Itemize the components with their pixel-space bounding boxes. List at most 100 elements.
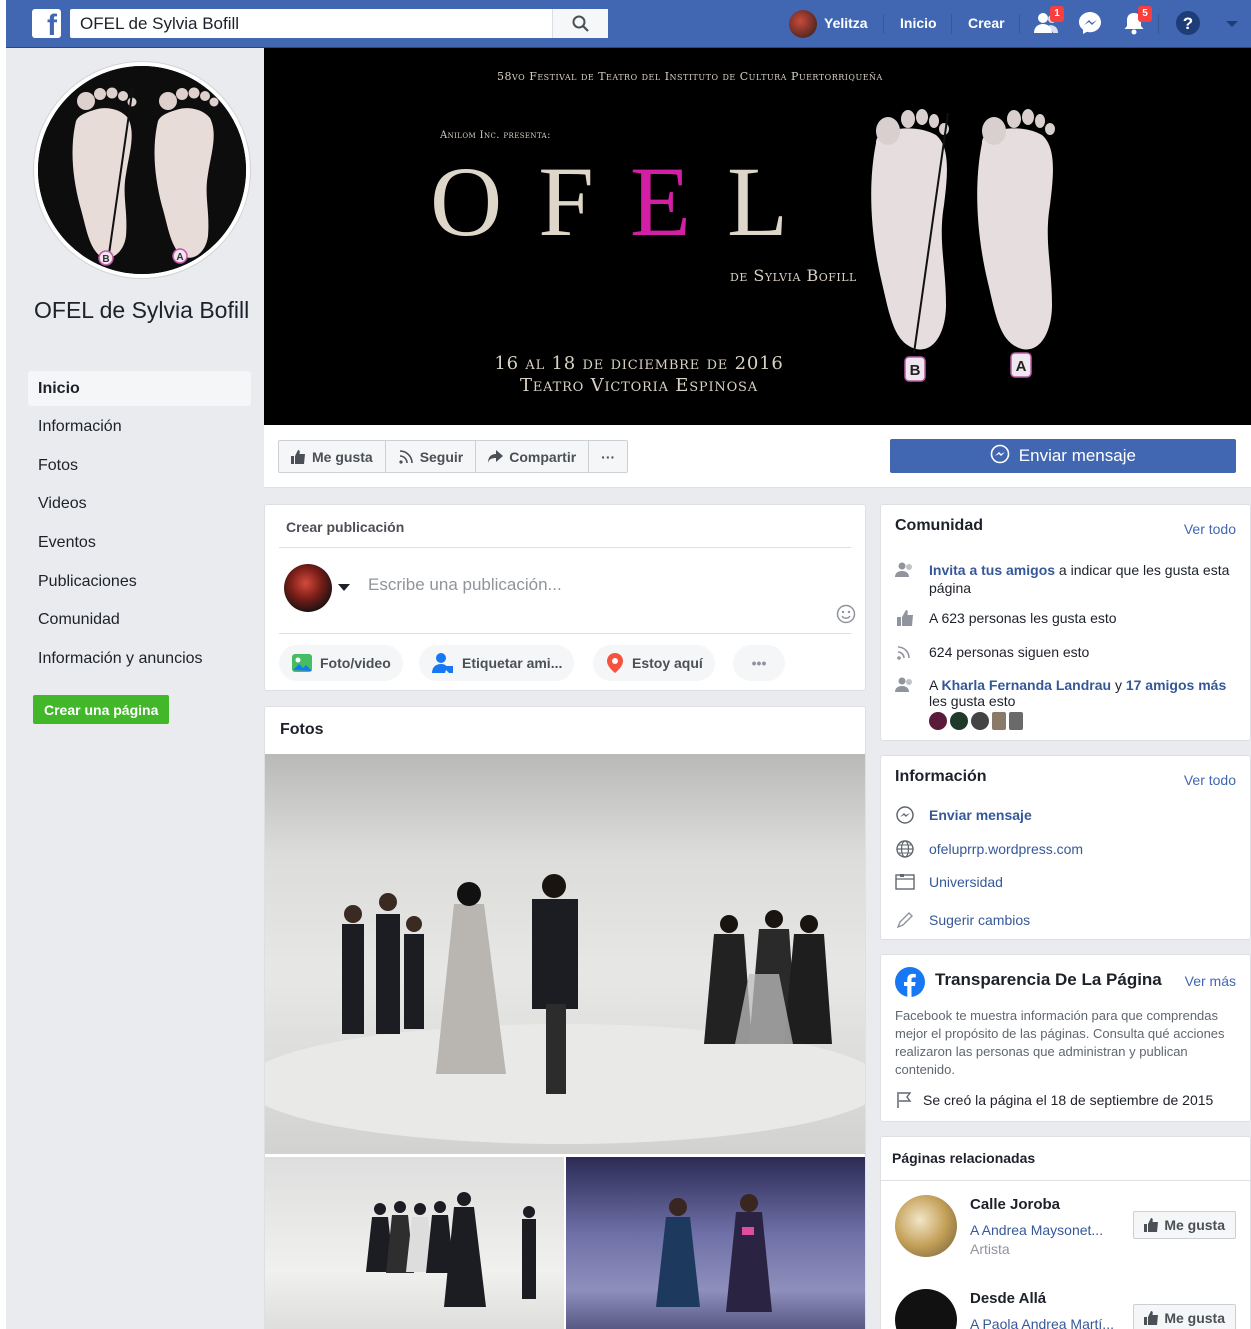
- divider: [279, 547, 851, 548]
- transparency-title: Transparencia De La Página: [935, 970, 1162, 989]
- photos-card: Fotos: [264, 706, 866, 1329]
- create-post-title: Crear publicación: [286, 519, 405, 535]
- sidebar-item-videos[interactable]: Videos: [28, 486, 251, 525]
- category-link[interactable]: Universidad: [929, 873, 1236, 891]
- related-page-like-button[interactable]: Me gusta: [1133, 1304, 1236, 1329]
- transparency-see-more-link[interactable]: Ver más: [1185, 973, 1236, 989]
- help-button[interactable]: ?: [1174, 9, 1202, 37]
- photo-main[interactable]: [265, 754, 865, 1154]
- sidebar-item-fotos[interactable]: Fotos: [28, 448, 251, 487]
- rss-icon: [897, 646, 910, 660]
- create-page-button[interactable]: Crear una página: [33, 695, 170, 724]
- flag-icon: [897, 1092, 912, 1108]
- like-page-button[interactable]: Me gusta: [279, 441, 386, 472]
- cover-dates-venue: 16 al 18 de diciembre de 2016 Teatro Vic…: [464, 353, 814, 397]
- more-options-label: ···: [601, 448, 616, 465]
- friend-requests-badge: 1: [1050, 6, 1064, 22]
- notifications-badge: 5: [1138, 6, 1152, 22]
- notifications-button[interactable]: 5: [1120, 6, 1152, 37]
- thumbs-up-icon: [897, 610, 913, 626]
- community-title[interactable]: Comunidad: [895, 517, 983, 535]
- sidebar-item-informacion[interactable]: Información: [28, 409, 251, 448]
- about-send-message-link[interactable]: Enviar mensaje: [929, 806, 1236, 824]
- user-profile-link[interactable]: [789, 10, 817, 38]
- avatar[interactable]: [929, 712, 947, 731]
- avatar[interactable]: [895, 1289, 957, 1329]
- home-link[interactable]: Inicio: [900, 15, 937, 31]
- sidebar-item-publicaciones[interactable]: Publicaciones: [28, 564, 251, 603]
- search-box: [70, 9, 608, 38]
- invite-friends-link[interactable]: Invita a tus amigos: [929, 562, 1055, 578]
- avatar[interactable]: [1009, 712, 1023, 731]
- photo-thumbnail-1[interactable]: [265, 1157, 564, 1329]
- search-input[interactable]: [70, 9, 550, 38]
- community-card: Comunidad Ver todo Invita a tus amigos a…: [880, 504, 1251, 741]
- likes-count-text[interactable]: A 623 personas les gusta esto: [929, 609, 1236, 627]
- related-page-liked-by[interactable]: A Paola Andrea Martí...: [970, 1316, 1115, 1329]
- messenger-icon: [896, 806, 914, 824]
- post-composer-input[interactable]: Escribe una publicación...: [368, 575, 562, 595]
- friends-like-mid: y: [1111, 677, 1126, 693]
- tag-friends-label: Etiquetar ami...: [462, 655, 563, 671]
- photo-video-label: Foto/video: [320, 655, 391, 671]
- avatar[interactable]: [895, 1195, 957, 1257]
- photo-icon: [292, 654, 312, 672]
- friends-icon: [895, 677, 912, 692]
- avatar[interactable]: [992, 712, 1006, 731]
- avatar[interactable]: [950, 712, 968, 731]
- caret-down-icon[interactable]: [338, 584, 350, 591]
- messenger-button[interactable]: [1076, 9, 1104, 37]
- page-transparency-card: Transparencia De La Página Ver más Faceb…: [880, 954, 1251, 1122]
- tag-friends-button[interactable]: Etiquetar ami...: [419, 645, 575, 681]
- page-profile-picture[interactable]: B A: [34, 62, 250, 278]
- follows-count-text[interactable]: 624 personas siguen esto: [929, 643, 1236, 661]
- like-page-label: Me gusta: [312, 448, 373, 465]
- check-in-button[interactable]: Estoy aquí: [593, 645, 715, 681]
- sidebar-item-comunidad[interactable]: Comunidad: [28, 602, 251, 641]
- about-see-all-link[interactable]: Ver todo: [1184, 772, 1236, 788]
- related-page-name[interactable]: Calle Joroba: [970, 1196, 1060, 1213]
- related-page-like-button[interactable]: Me gusta: [1133, 1211, 1236, 1239]
- page-title[interactable]: OFEL de Sylvia Bofill: [34, 296, 254, 325]
- share-button[interactable]: Compartir: [476, 441, 590, 472]
- svg-text:?: ?: [1183, 14, 1193, 33]
- cover-photo[interactable]: 58vo Festival de Teatro del Instituto de…: [264, 48, 1251, 425]
- friend-requests-button[interactable]: 1: [1032, 6, 1064, 37]
- profile-picture-image: B A: [38, 66, 246, 274]
- friends-like-suffix: les gusta esto: [929, 693, 1016, 709]
- sidebar-item-eventos[interactable]: Eventos: [28, 525, 251, 564]
- foot-label-a: A: [176, 252, 183, 263]
- avatar[interactable]: [284, 564, 332, 612]
- more-friends-link[interactable]: 17 amigos más: [1126, 677, 1226, 693]
- search-icon: [572, 15, 589, 32]
- about-title[interactable]: Información: [895, 768, 987, 786]
- facebook-logo-icon[interactable]: f: [32, 9, 61, 38]
- create-link[interactable]: Crear: [968, 15, 1005, 31]
- cover-title-part2: E: [629, 146, 727, 257]
- related-page-liked-by[interactable]: A Andrea Maysonet...: [970, 1222, 1115, 1238]
- emoji-icon[interactable]: [836, 604, 856, 624]
- sidebar-item-inicio[interactable]: Inicio: [28, 371, 251, 406]
- cover-author: de Sylvia Bofill: [730, 266, 857, 285]
- more-options-button[interactable]: ···: [589, 441, 627, 472]
- send-message-button[interactable]: Enviar mensaje: [890, 439, 1236, 473]
- photos-title[interactable]: Fotos: [280, 721, 324, 739]
- avatar[interactable]: [971, 712, 989, 731]
- community-see-all-link[interactable]: Ver todo: [1184, 521, 1236, 537]
- more-post-options-button[interactable]: •••: [733, 645, 785, 681]
- related-pages-card: Páginas relacionadas Calle Joroba A Andr…: [880, 1136, 1251, 1329]
- cover-venue: Teatro Victoria Espinosa: [520, 375, 758, 396]
- photo-thumbnail-2[interactable]: [566, 1157, 865, 1329]
- transparency-description: Facebook te muestra información para que…: [895, 1008, 1225, 1077]
- related-page-name[interactable]: Desde Allá: [970, 1290, 1046, 1307]
- sidebar-item-info-anuncios[interactable]: Información y anuncios: [28, 641, 251, 680]
- suggest-edits-link[interactable]: Sugerir cambios: [929, 911, 1236, 929]
- user-name[interactable]: Yelitza: [824, 15, 868, 31]
- thumbs-up-icon: [1144, 1311, 1159, 1325]
- photo-video-button[interactable]: Foto/video: [279, 645, 403, 681]
- search-button[interactable]: [552, 9, 608, 38]
- account-menu-button[interactable]: [1218, 9, 1246, 37]
- follow-button[interactable]: Seguir: [386, 441, 477, 472]
- friend-name-link[interactable]: Kharla Fernanda Landrau: [941, 677, 1111, 693]
- website-link[interactable]: ofeluprrp.wordpress.com: [929, 840, 1236, 858]
